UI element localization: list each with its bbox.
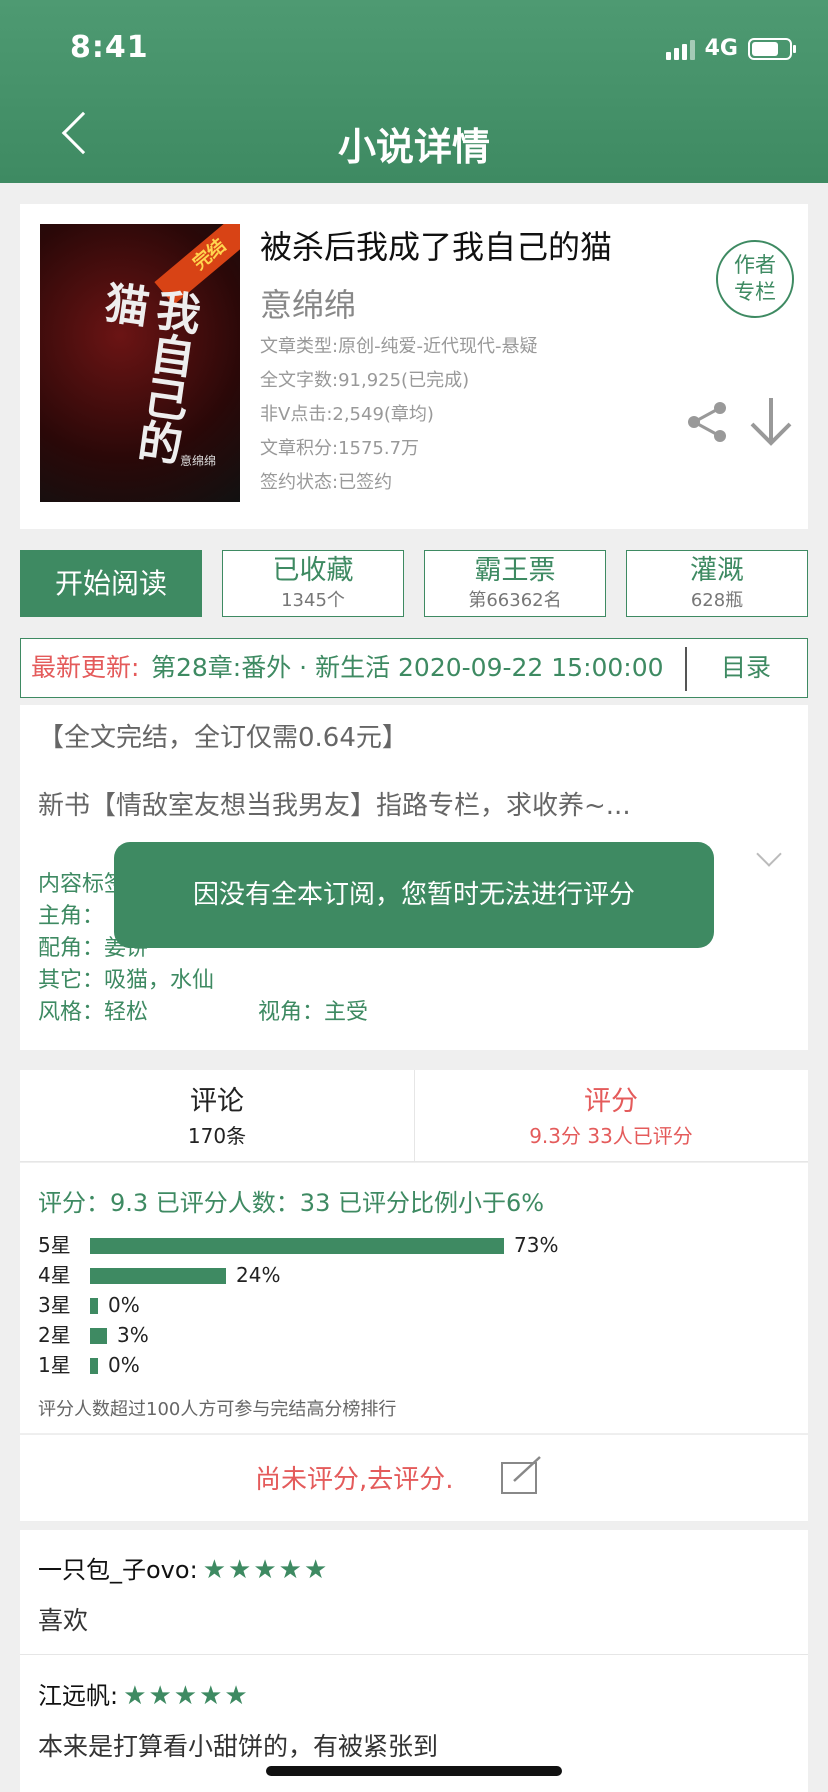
cover-author: 意绵绵 — [180, 454, 217, 468]
rating-bar — [90, 1328, 107, 1344]
irrigate-count: 628瓶 — [690, 590, 744, 611]
comment-user[interactable]: 一只包_子ovo: — [38, 1556, 198, 1584]
update-label: 最新更新: — [31, 653, 140, 682]
toast-message: 因没有全本订阅，您暂时无法进行评分 — [114, 842, 714, 948]
comment-user[interactable]: 江远帆: — [38, 1682, 118, 1710]
status-indicators: 4G — [665, 36, 796, 61]
tag-view: 视角：主受 — [258, 1000, 369, 1025]
update-chapter[interactable]: 第28章:番外 · 新生活 2020-09-22 15:00:00 — [151, 639, 664, 697]
collect-count: 1345个 — [281, 590, 345, 611]
review-tabs: 评论 170条 评分 9.3分 33人已评分 — [20, 1070, 808, 1162]
rating-row-label: 1星 — [38, 1353, 71, 1377]
rating-row-label: 5星 — [38, 1233, 71, 1257]
book-author[interactable]: 意绵绵 — [260, 280, 356, 326]
rate-now-button[interactable]: 尚未评分,去评分. — [20, 1434, 808, 1522]
comment-body: 本来是打算看小甜饼的，有被紧张到 — [38, 1732, 439, 1761]
update-divider — [685, 647, 687, 691]
tab-comments-count: 170条 — [187, 1124, 247, 1148]
tab-comments-label: 评论 — [190, 1086, 244, 1117]
collect-label: 已收藏 — [272, 555, 354, 586]
latest-update-bar[interactable]: 最新更新: 第28章:番外 · 新生活 2020-09-22 15:00:00 … — [20, 638, 808, 698]
overlord-ticket-button[interactable]: 霸王票 第66362名 — [424, 550, 606, 617]
rating-row-label: 3星 — [38, 1293, 71, 1317]
rating-summary: 评分：9.3 已评分人数：33 已评分比例小于6% — [38, 1189, 545, 1217]
rating-bar — [90, 1268, 226, 1284]
book-cover[interactable]: 完结 我自己的猫 意绵绵 — [40, 224, 240, 502]
tab-score[interactable]: 评分 9.3分 33人已评分 — [414, 1070, 808, 1162]
meta-clicks: 非V点击:2,549(章均) — [260, 404, 434, 425]
comment-list: 一只包_子ovo: ★★★★★ 喜欢 江远帆: ★★★★★ 本来是打算看小甜饼的… — [20, 1530, 808, 1792]
comment-divider — [20, 1654, 808, 1655]
overlord-label: 霸王票 — [474, 555, 556, 586]
rate-now-label: 尚未评分,去评分. — [255, 1465, 454, 1495]
network-label: 4G — [704, 36, 738, 61]
book-title: 被杀后我成了我自己的猫 — [260, 228, 613, 266]
signal-icon — [665, 38, 695, 60]
rating-bar — [90, 1298, 98, 1314]
tag-other: 其它：吸猫，水仙 — [38, 968, 215, 993]
rating-percent: 73% — [514, 1233, 559, 1257]
meta-contract: 签约状态:已签约 — [260, 472, 393, 493]
rating-row-label: 2星 — [38, 1323, 71, 1347]
rating-percent: 3% — [117, 1323, 149, 1347]
meta-type: 文章类型:原创-纯爱-近代现代-悬疑 — [260, 336, 538, 357]
tab-comments[interactable]: 评论 170条 — [20, 1070, 414, 1162]
book-meta: 文章类型:原创-纯爱-近代现代-悬疑 全文字数:91,925(已完成) 非V点击… — [260, 330, 538, 500]
app-header: 8:41 4G 小说详情 — [0, 0, 828, 183]
rating-percent: 24% — [236, 1263, 281, 1287]
rating-percent: 0% — [108, 1353, 140, 1377]
complete-notice: 【全文完结，全订仅需0.64元】 — [38, 723, 408, 753]
author-column-line1: 作者 — [734, 253, 776, 277]
new-book-promo: 新书【情敌室友想当我男友】指路专栏，求收养~... — [38, 791, 631, 821]
star-rating-icon: ★★★★★ — [123, 1681, 250, 1711]
page-title: 小说详情 — [337, 125, 490, 169]
tag-style: 风格：轻松 — [38, 1000, 149, 1025]
edit-icon — [501, 1456, 541, 1494]
tab-score-label: 评分 — [584, 1086, 638, 1117]
rating-panel: 评分：9.3 已评分人数：33 已评分比例小于6% 5星 73% 4星 24% … — [20, 1163, 808, 1433]
star-rating-icon: ★★★★★ — [202, 1555, 330, 1585]
overlord-rank: 第66362名 — [468, 590, 562, 611]
tab-score-summary: 9.3分 33人已评分 — [529, 1124, 693, 1148]
author-column-button[interactable]: 作者 专栏 — [716, 240, 794, 318]
author-column-line2: 专栏 — [734, 280, 776, 304]
share-icon[interactable] — [686, 400, 730, 444]
comment-body: 喜欢 — [38, 1606, 89, 1635]
home-indicator — [266, 1766, 562, 1776]
battery-icon — [748, 37, 796, 60]
rating-bar — [90, 1238, 504, 1254]
meta-words: 全文字数:91,925(已完成) — [260, 370, 470, 391]
comment-item[interactable]: 江远帆: ★★★★★ 本来是打算看小甜饼的，有被紧张到 — [38, 1676, 798, 1763]
book-card: 完结 我自己的猫 意绵绵 被杀后我成了我自己的猫 意绵绵 文章类型:原创-纯爱-… — [20, 204, 808, 529]
comment-item[interactable]: 一只包_子ovo: ★★★★★ 喜欢 — [38, 1550, 798, 1637]
meta-points: 文章积分:1575.7万 — [260, 438, 420, 459]
rating-row-label: 4星 — [38, 1263, 71, 1287]
ranking-hint: 评分人数超过100人方可参与完结高分榜排行 — [38, 1399, 397, 1420]
rating-percent: 0% — [108, 1293, 140, 1317]
irrigate-label: 灌溉 — [690, 555, 744, 586]
download-icon[interactable] — [748, 396, 794, 446]
irrigate-button[interactable]: 灌溉 628瓶 — [626, 550, 808, 617]
collect-button[interactable]: 已收藏 1345个 — [222, 550, 404, 617]
expand-chevron-icon[interactable] — [756, 841, 782, 867]
rating-bar — [90, 1358, 98, 1374]
status-time: 8:41 — [70, 30, 149, 65]
start-reading-button[interactable]: 开始阅读 — [20, 550, 202, 617]
toc-button[interactable]: 目录 — [721, 639, 771, 697]
